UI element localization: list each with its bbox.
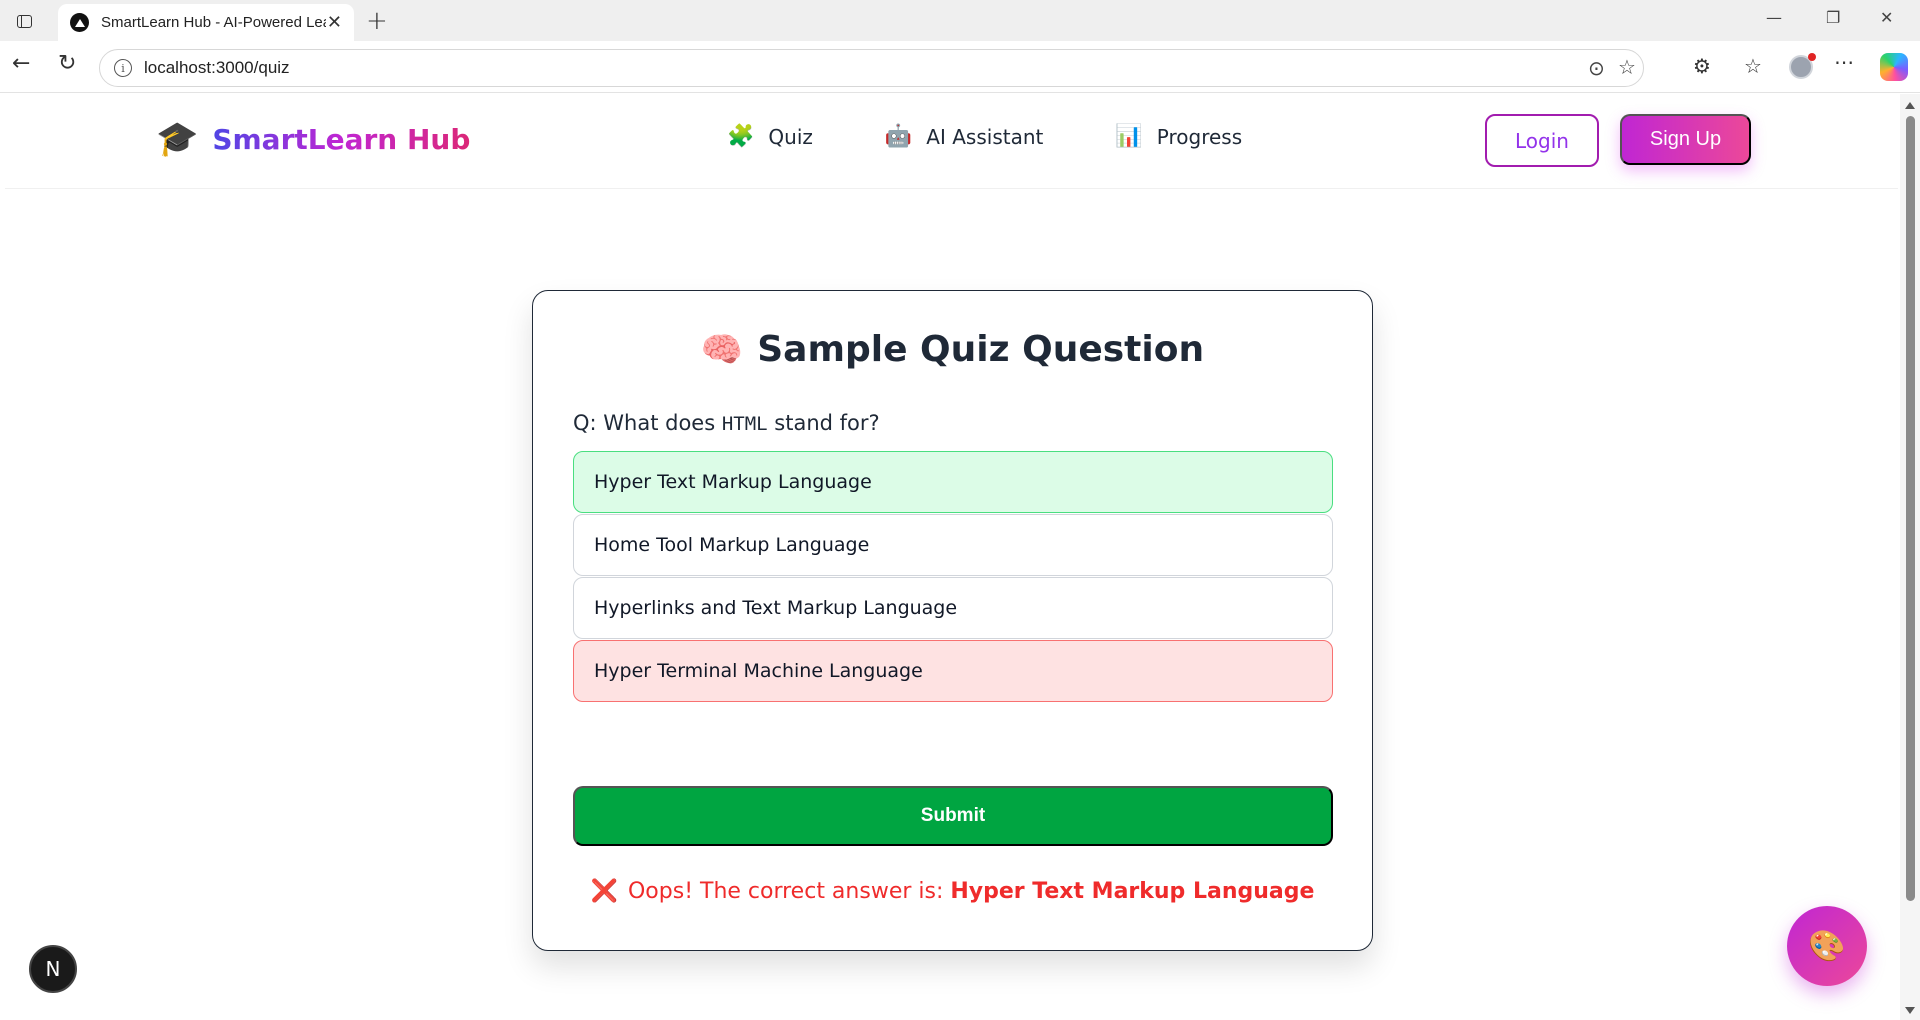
nextjs-favicon-icon: [70, 13, 89, 32]
quiz-card: 🧠 Sample Quiz Question Q: What does HTML …: [532, 290, 1373, 951]
question-suffix: stand for?: [767, 411, 880, 435]
restore-button[interactable]: ❐: [1826, 8, 1840, 27]
scrollbar-thumb[interactable]: [1906, 116, 1915, 901]
answer-option-correct[interactable]: Hyper Text Markup Language: [573, 451, 1333, 513]
minimize-button[interactable]: —: [1766, 8, 1782, 27]
option-label: Hyperlinks and Text Markup Language: [594, 597, 958, 619]
extensions-icon[interactable]: ⚙: [1693, 54, 1711, 78]
graduation-cap-icon: 🎓: [156, 119, 199, 159]
site-header: 🎓 SmartLearn Hub 🧩 Quiz 🤖 AI Assistant 📊…: [5, 94, 1898, 189]
more-menu-icon[interactable]: ⋯: [1834, 50, 1854, 74]
puzzle-icon: 🧩: [727, 124, 755, 149]
nav-item-ai-assistant[interactable]: 🤖 AI Assistant: [885, 124, 1043, 149]
page-viewport: 🎓 SmartLearn Hub 🧩 Quiz 🤖 AI Assistant 📊…: [5, 94, 1898, 1020]
question-text: Q: What does HTML stand for?: [573, 411, 880, 435]
nav-item-label: Progress: [1156, 124, 1243, 149]
brand-name: SmartLearn Hub: [212, 122, 471, 156]
login-button[interactable]: Login: [1485, 114, 1599, 167]
favorite-star-icon[interactable]: ☆: [1618, 55, 1636, 79]
brain-icon: 🧠: [700, 330, 744, 370]
scroll-down-icon[interactable]: [1905, 1007, 1915, 1014]
nav-item-label: AI Assistant: [926, 124, 1044, 149]
answer-option[interactable]: Hyperlinks and Text Markup Language: [573, 577, 1333, 639]
nextjs-dev-indicator[interactable]: N: [29, 945, 77, 993]
signup-button[interactable]: Sign Up: [1620, 114, 1751, 165]
palette-icon[interactable]: 🎨: [1787, 906, 1867, 986]
answer-option-wrong[interactable]: Hyper Terminal Machine Language: [573, 640, 1333, 702]
tab-title: SmartLearn Hub - AI-Powered Learning: [101, 14, 326, 31]
url-text: localhost:3000/quiz: [144, 58, 290, 77]
url-input[interactable]: i localhost:3000/quiz ⊙ ☆: [99, 49, 1644, 87]
feedback-answer: Hyper Text Markup Language: [950, 879, 1315, 904]
robot-icon: 🤖: [884, 124, 913, 149]
site-info-icon[interactable]: i: [114, 59, 132, 77]
copilot-icon[interactable]: [1880, 53, 1908, 81]
feedback-text: Oops! The correct answer is:: [627, 879, 951, 904]
tab-close-icon[interactable]: ✕: [327, 13, 342, 32]
back-arrow-icon[interactable]: ←: [12, 53, 30, 75]
option-label: Home Tool Markup Language: [594, 534, 870, 556]
new-tab-button[interactable]: +: [366, 6, 388, 36]
profile-avatar-icon[interactable]: [1789, 53, 1816, 79]
quiz-title: 🧠 Sample Quiz Question: [533, 329, 1372, 370]
reading-mode-icon[interactable]: ⊙: [1588, 56, 1605, 80]
question-code: HTML: [721, 413, 768, 435]
scroll-up-icon[interactable]: [1905, 102, 1915, 109]
main-nav: 🧩 Quiz 🤖 AI Assistant 📊 Progress: [727, 124, 1314, 149]
feedback-message: ❌ Oops! The correct answer is: Hyper Text…: [533, 879, 1372, 904]
cross-mark-icon: ❌: [590, 879, 618, 904]
bar-chart-icon: 📊: [1115, 124, 1143, 149]
option-label: Hyper Terminal Machine Language: [594, 660, 923, 682]
favorites-icon[interactable]: ☆: [1744, 54, 1762, 78]
answer-option[interactable]: Home Tool Markup Language: [573, 514, 1333, 576]
question-prefix: Q: What does: [573, 411, 722, 435]
tab-actions-icon[interactable]: [12, 10, 36, 32]
quiz-title-text: Sample Quiz Question: [757, 329, 1205, 370]
page-scrollbar[interactable]: [1900, 94, 1920, 1020]
browser-tab-bar: SmartLearn Hub - AI-Powered Learning ✕ +…: [0, 0, 1920, 41]
option-label: Hyper Text Markup Language: [594, 471, 872, 493]
reload-icon[interactable]: ↻: [58, 53, 76, 75]
nav-item-quiz[interactable]: 🧩 Quiz: [727, 124, 813, 149]
window-close-button[interactable]: ✕: [1880, 8, 1893, 27]
browser-tab-active[interactable]: SmartLearn Hub - AI-Powered Learning ✕: [58, 4, 354, 41]
browser-address-bar: ← ↻ i localhost:3000/quiz ⊙ ☆: [0, 41, 1920, 93]
submit-button[interactable]: Submit: [573, 786, 1333, 846]
nav-item-progress[interactable]: 📊 Progress: [1115, 124, 1242, 149]
nav-item-label: Quiz: [768, 124, 813, 149]
brand-logo[interactable]: 🎓 SmartLearn Hub: [156, 122, 470, 156]
